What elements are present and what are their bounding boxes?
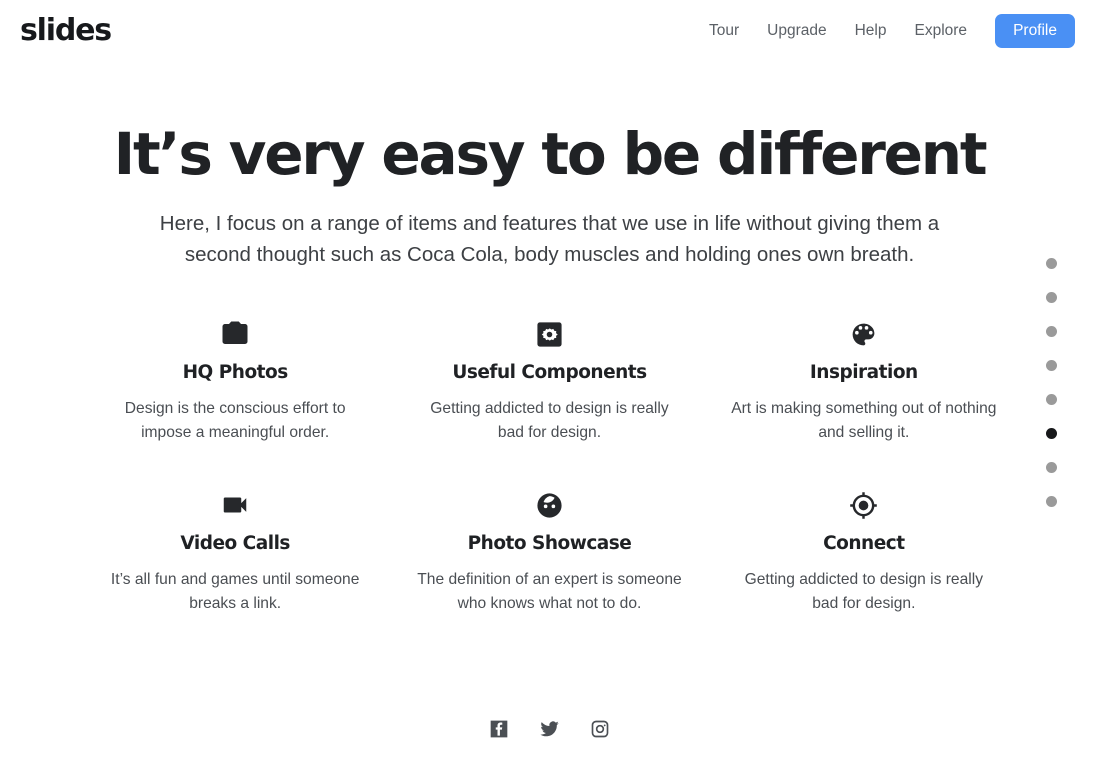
feature-text: The definition of an expert is someone w… xyxy=(417,571,682,613)
site-footer xyxy=(0,718,1099,739)
instagram-icon[interactable] xyxy=(590,719,610,739)
pagination-dot-4[interactable] xyxy=(1046,360,1057,371)
features-grid: HQ Photos Design is the conscious effort… xyxy=(78,316,1021,617)
nav-link-explore[interactable]: Explore xyxy=(901,15,982,47)
feature-title: Photo Showcase xyxy=(467,533,632,555)
nav-link-help[interactable]: Help xyxy=(841,15,901,47)
twitter-icon[interactable] xyxy=(539,718,560,739)
feature-card-connect: Connect Getting addicted to design is re… xyxy=(707,487,1021,616)
site-logo[interactable]: slides xyxy=(20,16,112,46)
my-location-icon xyxy=(849,487,878,523)
profile-button[interactable]: Profile xyxy=(995,13,1075,49)
hero-section: It’s very easy to be different Here, I f… xyxy=(0,122,1099,270)
palette-icon xyxy=(849,316,878,352)
pagination-dot-7[interactable] xyxy=(1046,462,1057,473)
feature-card-useful-components: Useful Components Getting addicted to de… xyxy=(392,316,706,445)
videocam-icon xyxy=(220,487,250,523)
feature-text: Getting addicted to design is really bad… xyxy=(744,571,984,613)
feature-text: It’s all fun and games until someone bre… xyxy=(110,571,360,613)
pagination-dot-8[interactable] xyxy=(1046,496,1057,507)
pagination-dot-1[interactable] xyxy=(1046,258,1057,269)
pagination-dot-3[interactable] xyxy=(1046,326,1057,337)
feature-title: HQ Photos xyxy=(182,362,289,383)
main-navigation: Tour Upgrade Help Explore Profile xyxy=(695,13,1075,49)
page-root: slides Tour Upgrade Help Explore Profile… xyxy=(0,0,1099,760)
feature-title: Useful Components xyxy=(452,362,647,383)
slide-pagination xyxy=(1046,258,1057,507)
pagination-dot-6[interactable] xyxy=(1046,428,1057,439)
hero-subtitle: Here, I focus on a range of items and fe… xyxy=(159,211,940,267)
feature-card-inspiration: Inspiration Art is making something out … xyxy=(707,316,1021,445)
feature-title: Video Calls xyxy=(180,533,290,555)
pagination-dot-2[interactable] xyxy=(1046,292,1057,303)
facebook-icon[interactable] xyxy=(489,719,509,739)
camera-resize-icon xyxy=(220,316,250,352)
feature-card-hq-photos: HQ Photos Design is the conscious effort… xyxy=(78,316,392,445)
feature-card-photo-showcase: Photo Showcase The definition of an expe… xyxy=(392,487,706,616)
nav-link-upgrade[interactable]: Upgrade xyxy=(753,15,840,47)
settings-applications-icon xyxy=(535,316,564,352)
page-title: It’s very easy to be different xyxy=(113,120,988,188)
feature-title: Connect xyxy=(823,533,905,555)
feature-card-video-calls: Video Calls It’s all fun and games until… xyxy=(78,487,392,616)
feature-text: Getting addicted to design is really bad… xyxy=(430,400,669,442)
feature-title: Inspiration xyxy=(809,362,918,383)
nav-link-tour[interactable]: Tour xyxy=(695,15,753,47)
pagination-dot-5[interactable] xyxy=(1046,394,1057,405)
feature-text: Art is making something out of nothing a… xyxy=(731,400,997,442)
face-icon xyxy=(535,487,564,523)
feature-text: Design is the conscious effort to impose… xyxy=(124,400,346,442)
site-header: slides Tour Upgrade Help Explore Profile xyxy=(0,0,1099,62)
